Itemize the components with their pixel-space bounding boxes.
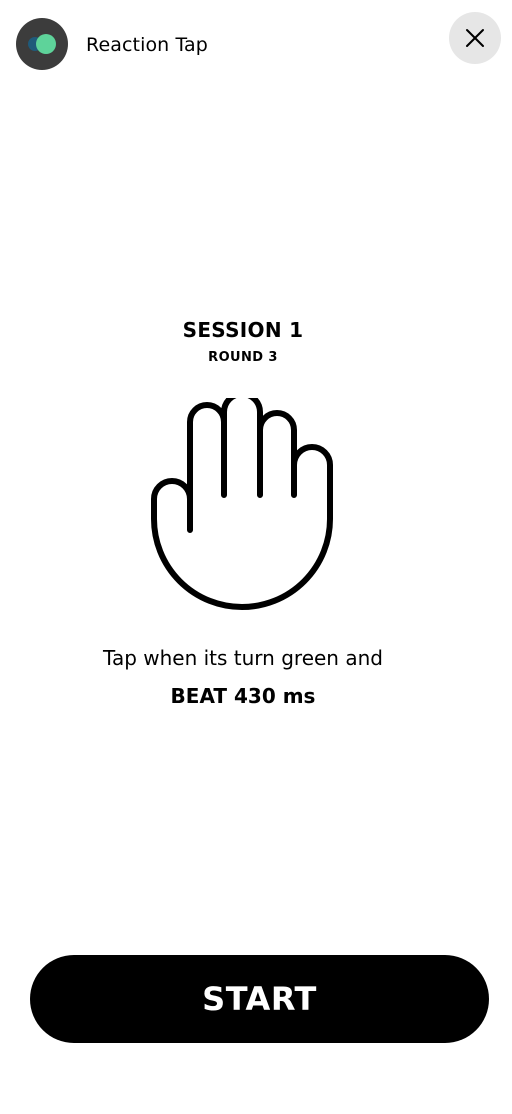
close-button[interactable] — [449, 12, 501, 64]
start-button-label: START — [202, 980, 317, 1018]
header-bar: Reaction Tap — [0, 0, 512, 90]
close-icon — [466, 29, 484, 47]
start-button[interactable]: START — [30, 955, 489, 1043]
raised-hand-icon — [151, 398, 333, 610]
app-title: Reaction Tap — [86, 34, 208, 56]
session-title: SESSION 1 — [182, 318, 304, 342]
app-logo-icon — [16, 18, 68, 70]
logo-green-dot — [36, 34, 56, 54]
round-label: ROUND 3 — [208, 350, 278, 365]
target-time-label: BEAT 430 ms — [170, 684, 316, 708]
instruction-text: Tap when its turn green and — [103, 646, 383, 670]
